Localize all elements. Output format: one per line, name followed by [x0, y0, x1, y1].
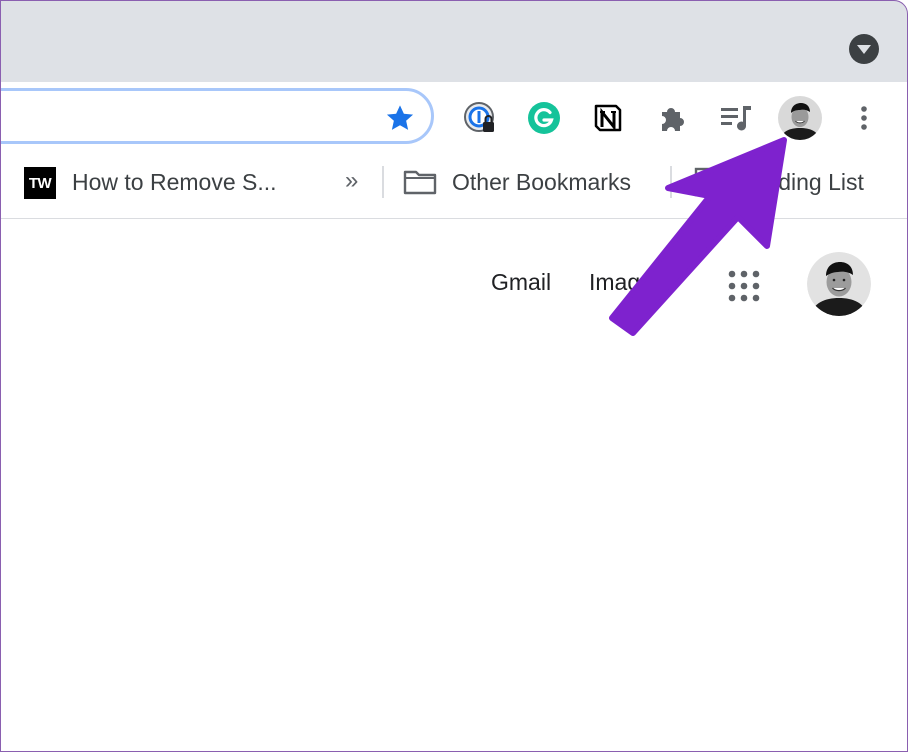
apps-grid-icon[interactable]	[727, 269, 761, 303]
star-icon[interactable]	[384, 102, 416, 134]
reading-list-button[interactable]: Reading List	[736, 169, 864, 196]
tab-search-button[interactable]	[849, 34, 879, 64]
grammarly-icon[interactable]	[526, 100, 562, 136]
notion-icon[interactable]	[590, 100, 626, 136]
toolbar	[0, 82, 908, 154]
profile-avatar-toolbar[interactable]	[778, 96, 822, 140]
reading-list-icon	[694, 167, 722, 197]
bookmark-item-1[interactable]: How to Remove S...	[72, 169, 277, 196]
bookmarks-separator	[382, 166, 384, 198]
password-manager-icon[interactable]	[462, 100, 498, 136]
bookmarks-bar: TW How to Remove S... » Other Bookmarks …	[0, 154, 908, 219]
account-avatar[interactable]	[807, 252, 871, 316]
folder-icon	[403, 170, 437, 195]
other-bookmarks-folder[interactable]: Other Bookmarks	[452, 169, 631, 196]
images-link[interactable]: Images	[589, 269, 664, 296]
page-content: Gmail Images	[0, 219, 908, 752]
tab-strip	[0, 0, 908, 82]
puzzle-icon[interactable]	[654, 100, 690, 136]
kebab-menu-icon[interactable]	[846, 100, 882, 136]
gmail-link[interactable]: Gmail	[491, 269, 551, 296]
address-bar[interactable]	[0, 88, 434, 144]
bookmarks-overflow-chevron[interactable]: »	[345, 167, 358, 195]
bookmarks-separator	[670, 166, 672, 198]
media-control-icon[interactable]	[718, 100, 754, 136]
tw-favicon-icon: TW	[24, 167, 56, 199]
